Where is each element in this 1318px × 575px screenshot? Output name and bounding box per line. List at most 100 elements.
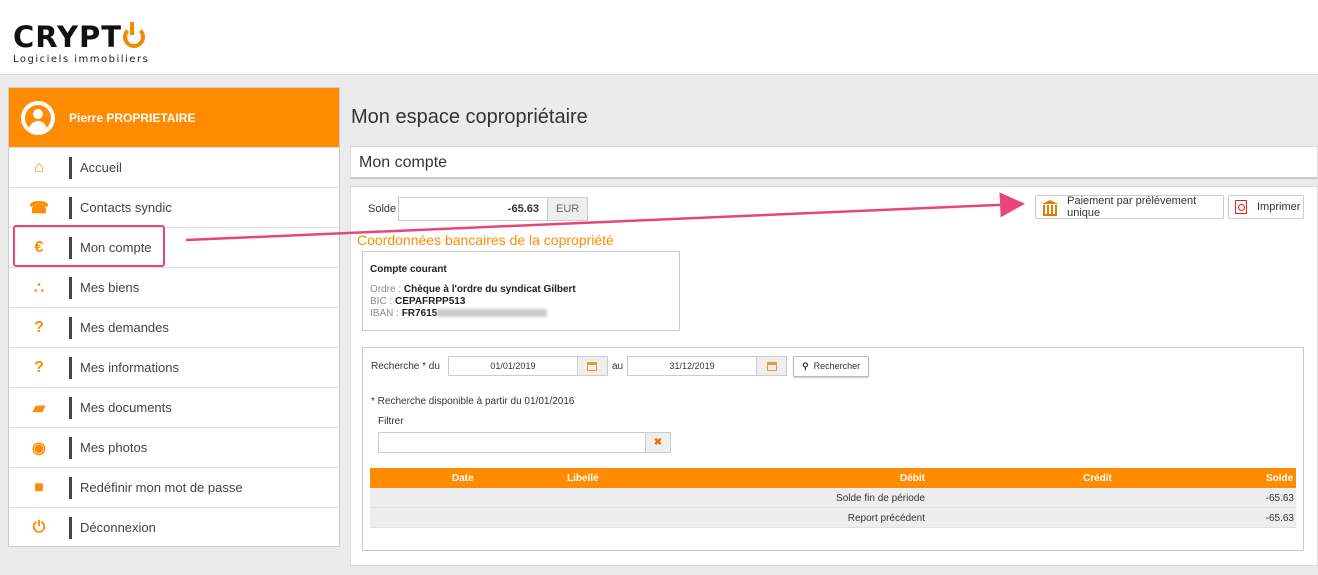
nav-separator bbox=[69, 436, 72, 459]
sidebar-item-mes-informations[interactable]: ? Mes informations bbox=[9, 347, 339, 387]
date-to-label: au bbox=[611, 360, 624, 372]
account-panel: Solde -65.63 EUR Paiement par prélèvemen… bbox=[350, 186, 1318, 566]
camera-icon: ◉ bbox=[32, 439, 46, 457]
sidebar-nav: ⌂ Accueil ☎ Contacts syndic € Mon compte ∴ Mes … bbox=[9, 147, 339, 547]
sidebar-item-d-connexion[interactable]: ⏻ Déconnexion bbox=[9, 507, 339, 547]
column-solde: Solde bbox=[1266, 473, 1294, 484]
sidebar-item-mes-biens[interactable]: ∴ Mes biens bbox=[9, 267, 339, 307]
sidebar-item-mes-documents[interactable]: ▰ Mes documents bbox=[9, 387, 339, 427]
calendar-icon bbox=[587, 361, 598, 371]
crypto-logo[interactable]: CRYPT Logiciels immobiliers bbox=[13, 22, 149, 65]
sidebar-item-label: Contacts syndic bbox=[80, 200, 172, 215]
top-bar: CRYPT Logiciels immobiliers bbox=[0, 0, 1318, 75]
column-libelle: Libellé bbox=[567, 473, 599, 484]
balance-row: Solde -65.63 EUR bbox=[368, 197, 589, 221]
search-panel: Recherche * du 01/01/2019 au 31/12/2019 … bbox=[362, 347, 1304, 551]
sidebar-item-label: Mes biens bbox=[80, 280, 140, 295]
bank-details-title: Coordonnées bancaires de la copropriété bbox=[357, 232, 614, 248]
transactions-table: Date Libellé Débit Crédit Solde Solde fi… bbox=[370, 468, 1296, 528]
iban-redacted bbox=[437, 309, 548, 318]
search-button[interactable]: ⚲ Rechercher bbox=[793, 355, 870, 377]
page-title: Mon espace copropriétaire bbox=[351, 106, 588, 128]
user-header: Pierre PROPRIETAIRE bbox=[9, 88, 339, 147]
highlight-annotation bbox=[13, 225, 165, 267]
account-type: Compte courant bbox=[370, 264, 447, 275]
bank-details-box: Compte courant Ordre : Chèque à l'ordre … bbox=[362, 251, 680, 331]
payment-button-label: Paiement par prélèvement unique bbox=[1067, 195, 1197, 219]
sidebar-item-label: Mes informations bbox=[80, 360, 179, 375]
nav-separator bbox=[69, 196, 72, 219]
filter-input[interactable] bbox=[378, 432, 646, 453]
date-to-calendar-button[interactable] bbox=[757, 356, 788, 376]
date-from-calendar-button[interactable] bbox=[577, 356, 608, 376]
user-avatar-icon bbox=[21, 100, 55, 135]
sidebar-item-mes-demandes[interactable]: ? Mes demandes bbox=[9, 307, 339, 347]
sidebar-item-contacts-syndic[interactable]: ☎ Contacts syndic bbox=[9, 187, 339, 227]
sidebar-item-label: Déconnexion bbox=[80, 520, 156, 535]
sidebar-item-red-finir-mon-mot-de-passe[interactable]: ■ Redéfinir mon mot de passe bbox=[9, 467, 339, 507]
date-to-input[interactable]: 31/12/2019 bbox=[627, 356, 758, 376]
nav-separator bbox=[69, 476, 72, 499]
nav-separator bbox=[69, 396, 72, 419]
nav-separator bbox=[69, 276, 72, 299]
table-row: Solde fin de période -65.63 bbox=[370, 488, 1296, 508]
row-debit: Report précédent bbox=[847, 513, 925, 524]
bic-label: BIC : bbox=[370, 296, 393, 307]
sidebar-item-mes-photos[interactable]: ◉ Mes photos bbox=[9, 427, 339, 467]
sidebar-item-label: Redéfinir mon mot de passe bbox=[80, 480, 243, 495]
balance-currency: EUR bbox=[548, 197, 589, 221]
row-debit: Solde fin de période bbox=[836, 493, 925, 504]
question-icon: ? bbox=[34, 318, 44, 336]
filter-label: Filtrer bbox=[378, 416, 404, 427]
power-icon: ⏻ bbox=[32, 518, 46, 536]
print-button-label: Imprimer bbox=[1257, 201, 1301, 213]
section-title: Mon compte bbox=[350, 146, 1318, 179]
table-row: Report précédent -65.63 bbox=[370, 508, 1296, 528]
direct-debit-payment-button[interactable]: Paiement par prélèvement unique bbox=[1035, 195, 1224, 219]
power-logo-icon bbox=[123, 22, 146, 48]
balance-label: Solde bbox=[368, 203, 397, 215]
table-header: Date Libellé Débit Crédit Solde bbox=[370, 468, 1296, 488]
logo-text: CRYPT bbox=[13, 20, 123, 54]
clear-filter-button[interactable]: ✖ bbox=[646, 432, 671, 453]
row-solde: -65.63 bbox=[1265, 513, 1294, 524]
search-row: Recherche * du 01/01/2019 au 31/12/2019 … bbox=[371, 355, 870, 377]
print-button[interactable]: Imprimer bbox=[1228, 195, 1304, 219]
pdf-icon bbox=[1235, 200, 1247, 214]
home-icon: ⌂ bbox=[34, 158, 44, 176]
search-icon: ⚲ bbox=[802, 360, 809, 371]
sidebar-item-label: Accueil bbox=[80, 160, 122, 175]
calendar-icon bbox=[766, 361, 777, 371]
folder-open-icon: ▰ bbox=[32, 399, 46, 417]
logo-subtitle: Logiciels immobiliers bbox=[13, 54, 150, 65]
sidebar-item-label: Mes demandes bbox=[80, 320, 169, 335]
lock-icon: ■ bbox=[34, 478, 44, 496]
search-label: Recherche * du bbox=[371, 360, 440, 372]
nav-separator bbox=[69, 156, 72, 179]
bank-icon bbox=[1042, 200, 1059, 216]
nav-separator bbox=[69, 356, 72, 379]
sidebar: Pierre PROPRIETAIRE ⌂ Accueil ☎ Contacts sy… bbox=[8, 87, 340, 547]
nav-separator bbox=[69, 516, 72, 539]
question-icon: ? bbox=[34, 358, 44, 376]
nav-separator bbox=[69, 316, 72, 339]
ordre-label: Ordre : bbox=[370, 284, 402, 295]
sidebar-item-label: Mes documents bbox=[80, 400, 172, 415]
search-button-label: Rechercher bbox=[813, 361, 861, 371]
phone-icon: ☎ bbox=[29, 199, 49, 217]
column-credit: Crédit bbox=[1083, 473, 1112, 484]
bic-value: CEPAFRPP513 bbox=[395, 296, 466, 307]
sidebar-item-accueil[interactable]: ⌂ Accueil bbox=[9, 147, 339, 187]
balance-value: -65.63 bbox=[398, 197, 548, 221]
column-debit: Débit bbox=[900, 473, 925, 484]
user-name: Pierre PROPRIETAIRE bbox=[69, 110, 196, 125]
column-date: Date bbox=[452, 473, 474, 484]
date-from-input[interactable]: 01/01/2019 bbox=[447, 356, 578, 376]
row-solde: -65.63 bbox=[1265, 493, 1294, 504]
ordre-value: Chèque à l'ordre du syndicat Gilbert bbox=[403, 284, 576, 295]
sidebar-item-label: Mes photos bbox=[80, 440, 148, 455]
iban-label: IBAN : bbox=[370, 308, 399, 319]
search-note: * Recherche disponible à partir du 01/01… bbox=[371, 396, 575, 407]
sitemap-icon: ∴ bbox=[33, 279, 45, 297]
iban-value: FR7615 bbox=[401, 308, 438, 319]
